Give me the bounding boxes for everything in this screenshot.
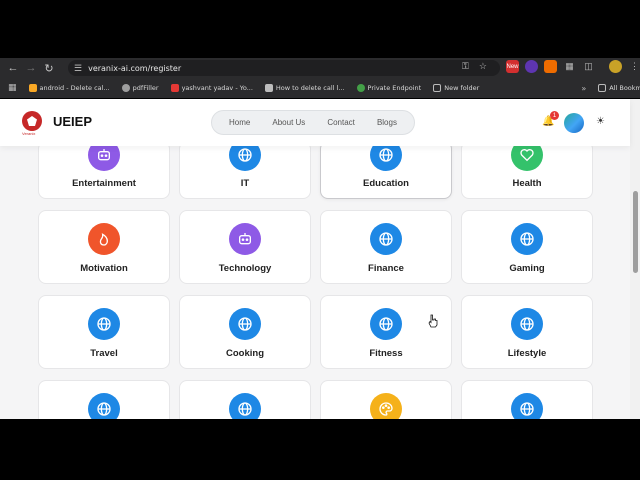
web-page: Entertainment IT Education Health Motivation… [0, 99, 640, 419]
category-label: Travel [90, 348, 118, 359]
bookmark-item[interactable]: yashvant yadav - Yo... [170, 84, 253, 92]
category-label: Technology [218, 263, 272, 274]
category-card[interactable]: IT [179, 139, 311, 199]
category-grid: Entertainment IT Education Health Motivation… [0, 99, 630, 419]
globe-icon [511, 308, 543, 340]
main-nav: Home About Us Contact Blogs [211, 110, 415, 135]
avatar[interactable] [564, 113, 584, 133]
category-label: Entertainment [72, 178, 136, 189]
more-bookmarks-icon[interactable]: » [581, 84, 586, 93]
nav-about-us[interactable]: About Us [272, 118, 305, 127]
category-label: Gaming [509, 263, 545, 274]
back-icon[interactable]: ← [4, 59, 22, 77]
category-label: Education [363, 178, 409, 189]
category-label: Motivation [80, 263, 128, 274]
category-card[interactable]: Technology [179, 210, 311, 284]
bookmark-favicon-icon [356, 84, 365, 92]
category-card[interactable] [461, 380, 593, 419]
youtube-icon [170, 84, 179, 92]
globe-icon [370, 308, 402, 340]
category-label: IT [240, 178, 250, 189]
sun-icon[interactable]: ☀ [596, 116, 605, 127]
globe-icon [229, 393, 261, 419]
extension-orange-icon[interactable] [544, 60, 557, 73]
scrollbar[interactable] [630, 99, 640, 419]
password-key-icon[interactable]: ⚿ [462, 61, 469, 72]
category-card[interactable]: Lifestyle [461, 295, 593, 369]
globe-icon [229, 308, 261, 340]
address-bar[interactable]: ☰ veranix-ai.com/register [68, 60, 500, 76]
globe-icon [511, 393, 543, 419]
category-card[interactable]: Health [461, 139, 593, 199]
logo-subtitle: Veranix [22, 131, 36, 136]
bookmarks-bar: ▦ android - Delete cal... pdfFiller yash… [0, 78, 640, 98]
folder-icon [598, 84, 607, 92]
site-header: Veranix UEIEP Home About Us Contact Blog… [0, 99, 630, 146]
profile-avatar[interactable] [609, 60, 622, 73]
bookmark-item[interactable]: Private Endpoint [356, 84, 421, 92]
robot-icon [229, 223, 261, 255]
category-card[interactable]: Finance [320, 210, 452, 284]
folder-icon [433, 84, 442, 92]
category-label: Health [512, 178, 542, 189]
category-card[interactable] [38, 380, 170, 419]
shield-icon [27, 116, 37, 126]
url-text: veranix-ai.com/register [88, 63, 182, 73]
extension-purple-icon[interactable] [525, 60, 538, 73]
scrollbar-thumb[interactable] [633, 191, 638, 273]
nav-blogs[interactable]: Blogs [377, 118, 397, 127]
download-icon [264, 84, 273, 92]
category-label: Lifestyle [507, 348, 547, 359]
category-label: Fitness [369, 348, 403, 359]
category-card[interactable]: Motivation [38, 210, 170, 284]
all-bookmarks[interactable]: All Bookmarks [598, 84, 640, 92]
category-label: Cooking [226, 348, 264, 359]
brand-name[interactable]: UEIEP [53, 114, 92, 129]
forward-icon[interactable]: → [22, 59, 40, 77]
globe-icon [370, 223, 402, 255]
site-info-icon[interactable]: ☰ [74, 63, 82, 74]
site-logo[interactable] [22, 111, 42, 131]
hand-cursor-icon [428, 314, 438, 328]
browser-toolbar: ← → ↻ ☰ veranix-ai.com/register ⚿ ☆ New … [0, 58, 640, 78]
category-card[interactable]: Gaming [461, 210, 593, 284]
nav-contact[interactable]: Contact [327, 118, 355, 127]
category-card[interactable] [320, 380, 452, 419]
extensions-puzzle-icon[interactable]: ▦ [563, 60, 576, 73]
category-card[interactable]: Fitness [320, 295, 452, 369]
bookmark-star-icon[interactable]: ☆ [479, 61, 487, 72]
globe-icon [88, 393, 120, 419]
notification-badge: 1 [550, 111, 559, 120]
category-label: Finance [368, 263, 404, 274]
category-card[interactable]: Education [320, 139, 452, 199]
extensions-area: New ▦ ◫ ⋮ [506, 60, 640, 73]
menu-kebab-icon[interactable]: ⋮ [628, 60, 640, 73]
bookmark-favicon-icon [121, 84, 130, 92]
bookmark-item[interactable]: android - Delete cal... [28, 84, 110, 92]
sidebar-icon[interactable]: ◫ [582, 60, 595, 73]
bookmark-favicon-icon [28, 84, 37, 92]
screen: ← → ↻ ☰ veranix-ai.com/register ⚿ ☆ New … [0, 0, 640, 480]
bookmark-folder[interactable]: New folder [433, 84, 479, 92]
bookmark-item[interactable]: How to delete call l... [264, 84, 345, 92]
category-card[interactable]: Cooking [179, 295, 311, 369]
reload-icon[interactable]: ↻ [40, 59, 58, 77]
extension-new-icon[interactable]: New [506, 60, 519, 73]
globe-icon [88, 308, 120, 340]
category-card[interactable] [179, 380, 311, 419]
category-card[interactable]: Entertainment [38, 139, 170, 199]
bookmark-item[interactable]: pdfFiller [121, 84, 159, 92]
nav-home[interactable]: Home [229, 118, 250, 127]
flame-icon [88, 223, 120, 255]
category-card[interactable]: Travel [38, 295, 170, 369]
globe-icon [511, 223, 543, 255]
apps-grid-icon[interactable]: ▦ [8, 83, 17, 93]
palette-icon [370, 393, 402, 419]
